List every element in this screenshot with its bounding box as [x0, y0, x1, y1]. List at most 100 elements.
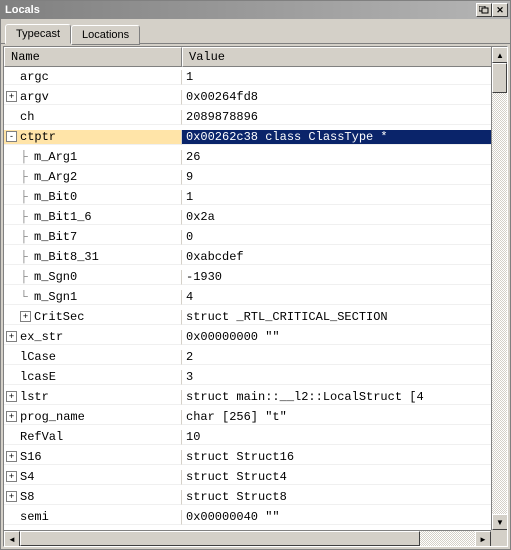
value-cell: struct Struct16 [182, 450, 507, 465]
scroll-track[interactable] [20, 531, 475, 546]
tab-locations[interactable]: Locations [71, 25, 140, 45]
expand-icon[interactable]: + [6, 91, 17, 102]
expand-icon[interactable]: + [6, 391, 17, 402]
tabstrip: Typecast Locations [1, 19, 510, 44]
table-row[interactable]: └m_Sgn1 4 [4, 287, 507, 307]
expand-icon[interactable]: + [6, 411, 17, 422]
value-cell: 0xabcdef [182, 250, 507, 265]
column-header-value[interactable]: Value [182, 47, 507, 67]
vertical-scrollbar[interactable]: ▲ ▼ [491, 47, 507, 530]
variable-name: m_Bit1_6 [34, 210, 92, 224]
variable-value: 10 [186, 430, 200, 444]
table-row[interactable]: ch 2089878896 [4, 107, 507, 127]
table-row[interactable]: -ctptr0x00262c38 class ClassType * [4, 127, 507, 147]
table-row[interactable]: ├m_Bit01 [4, 187, 507, 207]
variable-name: ctptr [20, 130, 56, 144]
variable-name: ex_str [20, 330, 63, 344]
variable-name: m_Bit8_31 [34, 250, 99, 264]
table-row[interactable]: +lstrstruct main::__l2::LocalStruct [4 [4, 387, 507, 407]
value-cell: 1 [182, 70, 507, 85]
variables-grid: Name Value argc 1 +argv0x00264fd8 ch 2089878… [3, 46, 508, 547]
window-title: Locals [5, 4, 476, 16]
value-cell: struct _RTL_CRITICAL_SECTION [182, 310, 507, 325]
table-row[interactable]: +S8struct Struct8 [4, 487, 507, 507]
horizontal-scrollbar[interactable]: ◄ ► [4, 530, 491, 546]
variable-name: semi [20, 510, 49, 524]
table-row[interactable]: semi 0x00000040 "" [4, 507, 507, 527]
value-cell: 3 [182, 370, 507, 385]
tree-line-icon: ├ [20, 271, 34, 283]
table-row[interactable]: +S4struct Struct4 [4, 467, 507, 487]
scroll-thumb[interactable] [492, 63, 507, 93]
variable-value: 9 [186, 170, 193, 184]
name-cell: ├m_Bit1_6 [4, 210, 182, 225]
grid-body: argc1+argv0x00264fd8ch2089878896-ctptr0x… [4, 67, 507, 546]
variable-value: -1930 [186, 270, 222, 284]
name-cell: └m_Sgn1 [4, 290, 182, 305]
name-cell: ch [4, 110, 182, 125]
tree-line-icon: ├ [20, 151, 34, 163]
scroll-track[interactable] [492, 63, 507, 514]
expand-icon[interactable]: + [6, 451, 17, 462]
tree-line-icon: ├ [20, 211, 34, 223]
name-cell: -ctptr [4, 130, 182, 145]
titlebar[interactable]: Locals ✕ [1, 1, 510, 19]
table-row[interactable]: +CritSecstruct _RTL_CRITICAL_SECTION [4, 307, 507, 327]
tab-typecast[interactable]: Typecast [5, 24, 71, 44]
variable-name: prog_name [20, 410, 85, 424]
tree-line-icon: ├ [20, 251, 34, 263]
table-row[interactable]: lcasE3 [4, 367, 507, 387]
table-row[interactable]: ├m_Arg126 [4, 147, 507, 167]
name-cell: +CritSec [4, 310, 182, 325]
triangle-down-icon: ▼ [496, 518, 504, 527]
tree-line-icon: ├ [20, 191, 34, 203]
value-cell: -1930 [182, 270, 507, 285]
value-cell: 2089878896 [182, 110, 507, 125]
expand-icon[interactable]: + [20, 311, 31, 322]
column-header-name[interactable]: Name [4, 47, 182, 67]
dock-button[interactable] [476, 3, 492, 17]
close-button[interactable]: ✕ [492, 3, 508, 17]
expand-icon[interactable]: + [6, 331, 17, 342]
table-row[interactable]: RefVal 10 [4, 427, 507, 447]
scroll-down-button[interactable]: ▼ [492, 514, 508, 530]
table-row[interactable]: +ex_str0x00000000 "" [4, 327, 507, 347]
variable-name: lCase [20, 350, 56, 364]
variable-value: 0xabcdef [186, 250, 244, 264]
table-row[interactable]: ├m_Bit8_31 0xabcdef [4, 247, 507, 267]
table-row[interactable]: ├m_Arg29 [4, 167, 507, 187]
table-row[interactable]: +prog_namechar [256] "t" [4, 407, 507, 427]
grid-header: Name Value [4, 47, 507, 67]
variable-name: ch [20, 110, 34, 124]
variable-value: 0x00000040 "" [186, 510, 280, 524]
collapse-icon[interactable]: - [6, 131, 17, 142]
expand-icon[interactable]: + [6, 471, 17, 482]
variable-value: 1 [186, 190, 193, 204]
table-row[interactable]: ├m_Bit70 [4, 227, 507, 247]
table-row[interactable]: ├m_Bit1_60x2a [4, 207, 507, 227]
name-cell: argc [4, 70, 182, 85]
variable-value: 2 [186, 350, 193, 364]
variable-name: m_Arg2 [34, 170, 77, 184]
close-icon: ✕ [496, 5, 504, 16]
scroll-left-button[interactable]: ◄ [4, 531, 20, 547]
variable-name: argc [20, 70, 49, 84]
locals-window: Locals ✕ Typecast Locations Name Value a… [0, 0, 511, 550]
table-row[interactable]: +S16struct Struct16 [4, 447, 507, 467]
table-row[interactable]: ├m_Sgn0 -1930 [4, 267, 507, 287]
variable-name: lstr [20, 390, 49, 404]
variable-name: m_Sgn0 [34, 270, 77, 284]
scroll-up-button[interactable]: ▲ [492, 47, 508, 63]
table-row[interactable]: argc 1 [4, 67, 507, 87]
scroll-thumb[interactable] [20, 531, 420, 546]
value-cell: 0 [182, 230, 507, 245]
table-row[interactable]: +argv0x00264fd8 [4, 87, 507, 107]
scroll-right-button[interactable]: ► [475, 531, 491, 547]
variable-value: struct Struct16 [186, 450, 294, 464]
variable-value: 4 [186, 290, 193, 304]
table-row[interactable]: lCase 2 [4, 347, 507, 367]
titlebar-buttons: ✕ [476, 3, 508, 17]
variable-name: RefVal [20, 430, 63, 444]
expand-icon[interactable]: + [6, 491, 17, 502]
name-cell: +ex_str [4, 330, 182, 345]
